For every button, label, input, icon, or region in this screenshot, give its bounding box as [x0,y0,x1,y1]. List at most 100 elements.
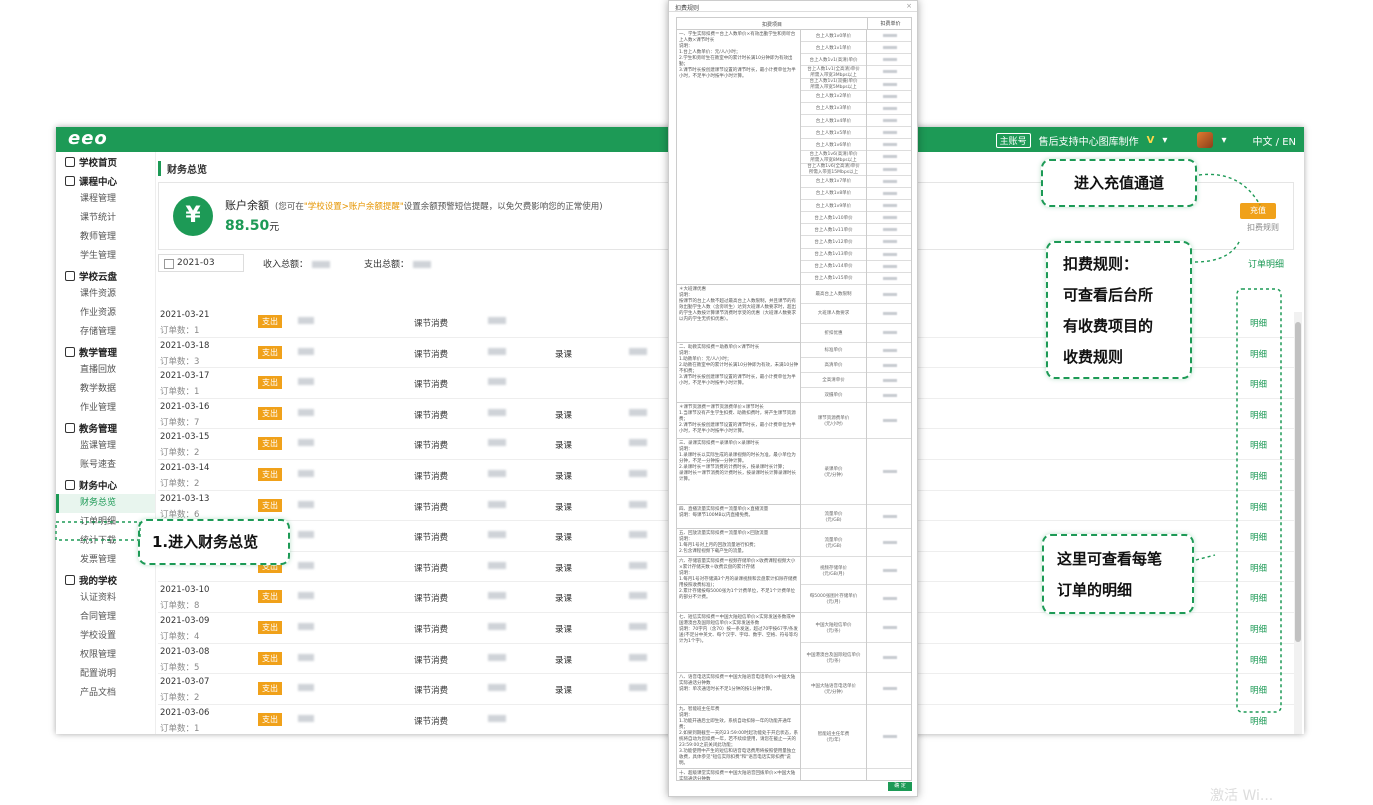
sidebar-item[interactable]: 课节统计 [56,209,155,228]
sidebar-item[interactable]: 配置说明 [56,665,155,684]
sidebar-section[interactable]: 我的学校 [56,570,155,589]
sidebar-item[interactable]: 存储管理 [56,323,155,342]
row-detail-link[interactable]: 明细 [1250,623,1267,635]
close-icon[interactable]: × [906,2,912,10]
row-detail-link[interactable]: 明细 [1250,378,1267,390]
row-type: 课节消费 [414,471,449,482]
org-name[interactable]: 售后支持中心图库制作 [1039,133,1139,148]
fee-item: 台上人数1v10单价 [801,212,866,225]
month-picker[interactable]: 2021-03 [158,254,244,272]
row-order-count: 订单数：1 [160,723,200,734]
row-record: 录课 [555,686,573,697]
fee-item: 大班课人数要求 [801,304,866,324]
chevron-down-icon[interactable]: ▾ [1221,135,1226,146]
sidebar-section[interactable]: 学校首页 [56,152,155,171]
sidebar-section[interactable]: 财务中心 [56,475,155,494]
fee-item: 录课单价 (元/分钟) [801,439,866,505]
expense-tag: 支出 [258,498,282,512]
sidebar-item[interactable]: 课程管理 [56,190,155,209]
sidebar-item[interactable]: 作业管理 [56,399,155,418]
order-detail-link[interactable]: 订单明细 [1248,257,1284,270]
row-detail-link[interactable]: 明细 [1250,531,1267,543]
fee-item: 台上人数1v1单价 [801,42,866,55]
fee-block: ＊大班课优惠 说明： 按课节的台上人数不超过最高台上人数限制，并且课节的有效出勤… [677,285,911,343]
row-amount [298,561,314,569]
row-order-count: 订单数：5 [160,662,200,673]
sidebar-item[interactable]: 学校设置 [56,627,155,646]
fee-block: ＊课节资源费＝课节资源费单价×课节时长 1.当课节没有产生学生扣费、助教扣费时，… [677,403,911,439]
sidebar-item[interactable]: 学生管理 [56,247,155,266]
expense-tag: 支出 [258,437,282,451]
recharge-button[interactable]: 充值 [1240,203,1276,219]
row-record: 录课 [555,410,573,421]
row-record: 录课 [555,471,573,482]
row-detail-link[interactable]: 明细 [1250,562,1267,574]
sidebar-item[interactable]: 认证资料 [56,589,155,608]
fee-item: 中国大陆短信单价 (元/条) [801,613,866,643]
row-value [488,408,506,416]
sidebar-section[interactable]: 教学管理 [56,342,155,361]
row-detail-link[interactable]: 明细 [1250,715,1267,727]
language-switch[interactable]: 中文 / EN [1252,133,1296,148]
fee-item: 中国大陆语音回拨单价 (元/分钟) [801,769,866,780]
row-detail-link[interactable]: 明细 [1250,592,1267,604]
row-value [488,469,506,477]
fee-item: 高清单价 [801,358,866,373]
fee-item: 流量单价 (元/GB) [801,505,866,529]
row-detail-link[interactable]: 明细 [1250,684,1267,696]
row-order-count: 订单数：8 [160,601,200,612]
sidebar-item[interactable]: 权限管理 [56,646,155,665]
sidebar-item[interactable]: 合同管理 [56,608,155,627]
row-detail-link[interactable]: 明细 [1250,317,1267,329]
row-record: 录课 [555,349,573,360]
fee-rules-link[interactable]: 扣费规则 [1247,222,1279,233]
sidebar-item[interactable]: 产品文档 [56,684,155,703]
fee-item: 台上人数1v3单价 [801,103,866,115]
sidebar-section[interactable]: 课程中心 [56,171,155,190]
sidebar-item[interactable]: 作业资源 [56,304,155,323]
sidebar-section[interactable]: 学校云盘 [56,266,155,285]
row-date: 2021-03-10 [160,585,210,596]
row-detail-link[interactable]: 明细 [1250,654,1267,666]
row-detail-link[interactable]: 明细 [1250,409,1267,421]
fee-item: 台上人数1v8单价 [801,188,866,200]
balance-reminder-link[interactable]: "学校设置>账户余额提醒" [304,202,404,212]
row-order-count: 订单数：1 [160,326,200,336]
row-type: 课节消费 [414,349,449,360]
row-amount [298,347,314,355]
expense-tag: 支出 [258,345,282,359]
fee-description: ＊课节资源费＝课节资源费单价×课节时长 1.当课节没有产生学生扣费、助教扣费时，… [679,405,796,434]
sidebar-item[interactable]: 教学数据 [56,380,155,399]
row-amount [298,531,314,539]
row-detail-link[interactable]: 明细 [1250,501,1267,513]
sidebar-item[interactable]: 教师管理 [56,228,155,247]
income-total: 收入总额： [263,257,331,270]
sidebar-item[interactable]: 监课管理 [56,437,155,456]
row-record: 录课 [555,441,573,452]
fee-block: 九、智能班主任年费 说明： 1.功能开通后立即生效，系统自动扣除一年的功能开通年… [677,705,911,769]
sidebar-section[interactable]: 教务管理 [56,418,155,437]
row-date: 2021-03-14 [160,462,210,473]
row-date: 2021-03-16 [160,401,210,412]
avatar[interactable] [1197,132,1214,148]
row-order-count: 订单数：3 [160,356,200,367]
chevron-down-icon[interactable]: ▾ [1162,135,1167,146]
modal-ok-button[interactable]: 确 定 [888,782,912,791]
fee-description: 九、智能班主任年费 说明： 1.功能开通后立即生效，系统自动扣除一年的功能开通年… [679,707,799,766]
row-detail-link[interactable]: 明细 [1250,439,1267,451]
fee-item: 台上人数1v7单价 [801,176,866,188]
sidebar-item[interactable]: 直播回放 [56,361,155,380]
row-type: 课节消费 [414,380,449,391]
sidebar-item[interactable]: 账号速查 [56,456,155,475]
row-detail-link[interactable]: 明细 [1250,470,1267,482]
calendar-icon [65,175,75,186]
page-title: 财务总览 [158,161,207,176]
row-amount [298,408,314,416]
row-record: 录课 [555,624,573,635]
sidebar-item[interactable]: 财务总览 [56,494,155,513]
sidebar-item[interactable]: 课件资源 [56,285,155,304]
fee-rules-table: 扣费项目 扣费单价 一、学生实际扣费＝台上人数单价×有效出勤学生和旁听台上人数×课… [676,17,912,781]
row-detail-link[interactable]: 明细 [1250,348,1267,360]
row-record: 录课 [555,563,573,574]
scrollbar[interactable] [1294,312,1302,734]
